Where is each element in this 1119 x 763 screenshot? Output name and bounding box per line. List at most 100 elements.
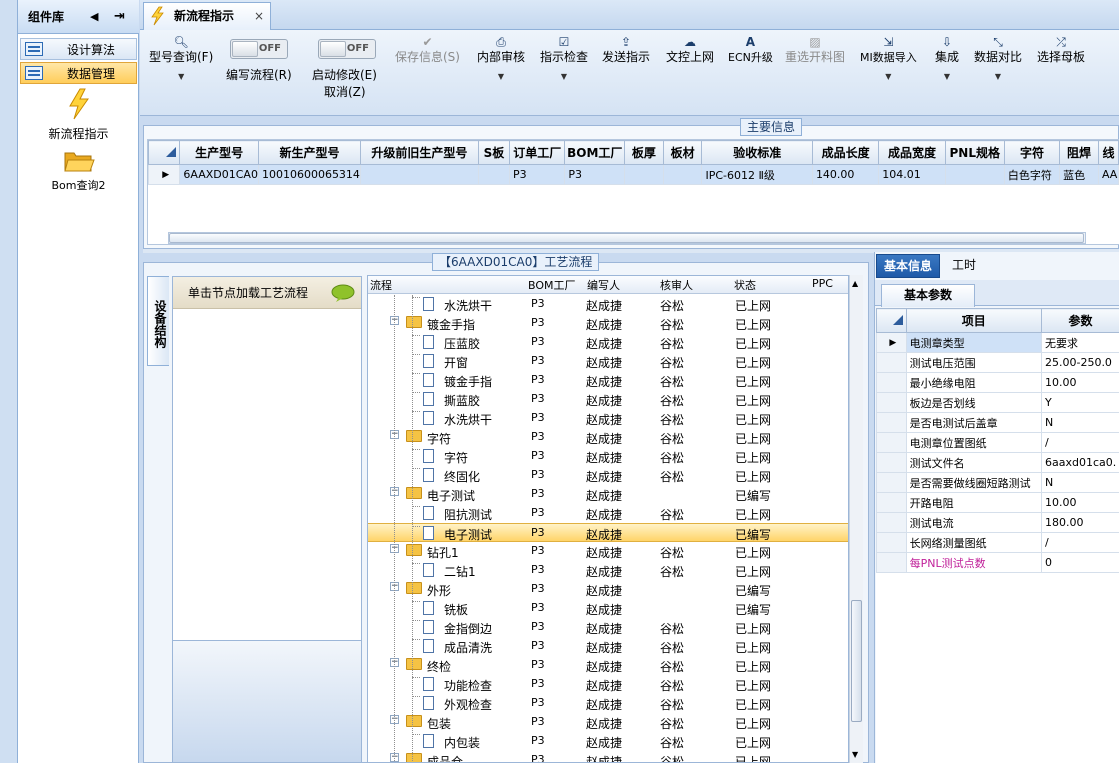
column-header[interactable]: PNL规格 [944, 140, 1005, 165]
param-row[interactable]: 测试文件名 6aaxd01ca0. [876, 452, 1119, 473]
column-header[interactable]: S板 [477, 140, 511, 165]
param-row[interactable]: 电测章位置图纸 / [876, 432, 1119, 453]
tree-row[interactable]: 开窗 P3 赵成捷 谷松 已上网 [368, 352, 848, 371]
grid-cell[interactable] [359, 164, 479, 185]
param-row[interactable]: 最小绝缘电阻 10.00 [876, 372, 1119, 393]
chevron-down-icon[interactable]: ▼ [477, 68, 525, 85]
param-row[interactable]: 板边是否划线 Y [876, 392, 1119, 413]
tree-row[interactable]: 金指倒边 P3 赵成捷 谷松 已上网 [368, 618, 848, 637]
tree-row[interactable]: 水洗烘干 P3 赵成捷 谷松 已上网 [368, 295, 848, 314]
tree-row[interactable]: 功能检查 P3 赵成捷 谷松 已上网 [368, 675, 848, 694]
param-row[interactable]: 每PNL测试点数 0 [876, 552, 1119, 573]
select-mother-board-button[interactable]: ⤮ 选择母板 [1037, 34, 1085, 66]
grid-cell[interactable]: 104.01 [878, 164, 946, 185]
chevron-down-icon[interactable]: ▼ [540, 68, 588, 85]
sidebar-item-data-management[interactable]: 数据管理 [20, 62, 137, 84]
tab-basic-params[interactable]: 基本参数 [881, 284, 975, 307]
chevron-down-icon[interactable]: ▼ [974, 68, 1022, 85]
integrate-button[interactable]: ⇩ 集成 ▼ [935, 34, 959, 85]
instruction-check-button[interactable]: ☑ 指示检查 ▼ [540, 34, 588, 85]
tree-row[interactable]: − 终检 P3 赵成捷 谷松 已上网 [368, 656, 848, 675]
param-row[interactable]: 是否需要做线圈短路测试 N [876, 472, 1119, 493]
param-value[interactable]: 0 [1040, 552, 1119, 573]
save-info-button[interactable]: ✔ 保存信息(S) [395, 34, 460, 66]
tree-row[interactable]: 镀金手指 P3 赵成捷 谷松 已上网 [368, 371, 848, 390]
tree-row[interactable]: 内包装 P3 赵成捷 谷松 已上网 [368, 732, 848, 751]
tree-row[interactable]: 外观检查 P3 赵成捷 谷松 已上网 [368, 694, 848, 713]
param-value[interactable]: 6aaxd01ca0. [1040, 452, 1119, 473]
param-value[interactable]: 无要求 [1040, 332, 1119, 353]
tree-row[interactable]: − 镀金手指 P3 赵成捷 谷松 已上网 [368, 314, 848, 333]
horizontal-scrollbar[interactable] [168, 232, 1086, 244]
param-value[interactable]: N [1040, 412, 1119, 433]
column-header[interactable]: BOM工厂 [564, 140, 626, 165]
grid-cell[interactable]: 140.00 [811, 164, 880, 185]
tab-equipment-structure[interactable]: 设备结构 [147, 276, 169, 366]
column-header[interactable]: 升级前旧生产型号 [359, 140, 479, 165]
tree-row[interactable]: 阻抗测试 P3 赵成捷 谷松 已上网 [368, 504, 848, 523]
data-compare-button[interactable]: ⤡ 数据对比 ▼ [974, 34, 1022, 85]
column-header[interactable]: 成品长度 [811, 140, 880, 165]
tab-new-flow-instruction[interactable]: 新流程指示 × [143, 2, 271, 30]
tree-row[interactable]: 压蓝胶 P3 赵成捷 谷松 已上网 [368, 333, 848, 352]
tree-row[interactable]: − 字符 P3 赵成捷 谷松 已上网 [368, 428, 848, 447]
column-header[interactable]: 验收标准 [701, 140, 813, 165]
param-value[interactable]: / [1040, 432, 1119, 453]
model-query-button[interactable]: 🔍︎ 型号查询(F) ▼ [149, 34, 213, 85]
reissue-drawing-button[interactable]: ▨ 重选开料图 [785, 34, 845, 66]
param-value[interactable]: 25.00-250.0 [1040, 352, 1119, 373]
grid-cell[interactable]: 6AAXD01CA0 [179, 164, 259, 185]
tree-row[interactable]: 二钻1 P3 赵成捷 谷松 已上网 [368, 561, 848, 580]
column-header[interactable]: 生产型号 [179, 140, 259, 165]
param-row[interactable]: 长网络测量图纸 / [876, 532, 1119, 553]
new-flow-instruction-shortcut[interactable]: 新流程指示 [18, 88, 139, 142]
column-header[interactable]: 字符 [1003, 140, 1061, 165]
param-value[interactable]: 180.00 [1040, 512, 1119, 533]
tree-row[interactable]: 字符 P3 赵成捷 谷松 已上网 [368, 447, 848, 466]
tree-vertical-scrollbar[interactable]: ▲ ▼ [849, 275, 863, 763]
column-header[interactable]: 成品宽度 [878, 140, 946, 165]
tree-row[interactable]: 终固化 P3 赵成捷 谷松 已上网 [368, 466, 848, 485]
tree-row[interactable]: 撕蓝胶 P3 赵成捷 谷松 已上网 [368, 390, 848, 409]
cancel-button[interactable]: 取消(Z) [324, 84, 366, 101]
param-row[interactable]: ▶ 电测章类型 无要求 [876, 332, 1119, 353]
grid-cell[interactable] [624, 164, 664, 185]
grid-cell[interactable]: IPC-6012 Ⅱ级 [701, 164, 813, 185]
param-row[interactable]: 是否电测试后盖章 N [876, 412, 1119, 433]
ecn-upgrade-button[interactable]: A ECN升级 [728, 34, 773, 66]
column-header[interactable]: 新生产型号 [257, 140, 361, 165]
bom-query-shortcut[interactable]: Bom查询2 [18, 148, 139, 193]
scrollbar-thumb[interactable] [851, 600, 862, 722]
tab-basic-info[interactable]: 基本信息 [876, 254, 941, 278]
scroll-down-icon[interactable]: ▼ [852, 750, 858, 759]
grid-cell[interactable]: 白色字符 [1003, 164, 1061, 185]
internal-review-button[interactable]: ⎙ 内部审核 ▼ [477, 34, 525, 85]
param-value[interactable]: / [1040, 532, 1119, 553]
doc-upload-button[interactable]: ☁ 文控上网 [666, 34, 714, 66]
sidebar-item-design-algorithm[interactable]: 设计算法 [20, 38, 137, 60]
tab-work-hours[interactable]: 工时 [945, 254, 983, 278]
column-header[interactable]: 订单工厂 [509, 140, 566, 165]
grid-cell[interactable] [477, 164, 511, 185]
tree-row[interactable]: 成品清洗 P3 赵成捷 谷松 已上网 [368, 637, 848, 656]
scroll-up-icon[interactable]: ▲ [852, 279, 858, 288]
grid-cell[interactable]: 10010600065314 [257, 164, 361, 185]
chevron-down-icon[interactable]: ▼ [149, 68, 213, 85]
write-flow-toggle[interactable]: OFF [230, 39, 288, 59]
pin-panel-icon[interactable]: ⇥ [114, 0, 125, 34]
tree-row[interactable]: − 电子测试 P3 赵成捷 已编写 [368, 485, 848, 504]
param-value[interactable]: Y [1040, 392, 1119, 413]
tree-row[interactable]: − 外形 P3 赵成捷 已编写 [368, 580, 848, 599]
mi-import-button[interactable]: ⇲ MI数据导入 ▼ [860, 34, 917, 85]
grid-cell[interactable]: AA [1097, 164, 1119, 185]
close-tab-icon[interactable]: × [254, 3, 264, 29]
chevron-down-icon[interactable]: ▼ [860, 68, 917, 85]
column-header[interactable]: 阻焊 [1059, 140, 1099, 165]
param-value[interactable]: 10.00 [1040, 492, 1119, 513]
tree-row[interactable]: 水洗烘干 P3 赵成捷 谷松 已上网 [368, 409, 848, 428]
param-row[interactable]: 开路电阻 10.00 [876, 492, 1119, 513]
column-header[interactable]: 板厚 [624, 140, 664, 165]
column-header[interactable]: 线 [1097, 140, 1119, 165]
param-value[interactable]: N [1040, 472, 1119, 493]
tree-row[interactable]: 铣板 P3 赵成捷 已编写 [368, 599, 848, 618]
